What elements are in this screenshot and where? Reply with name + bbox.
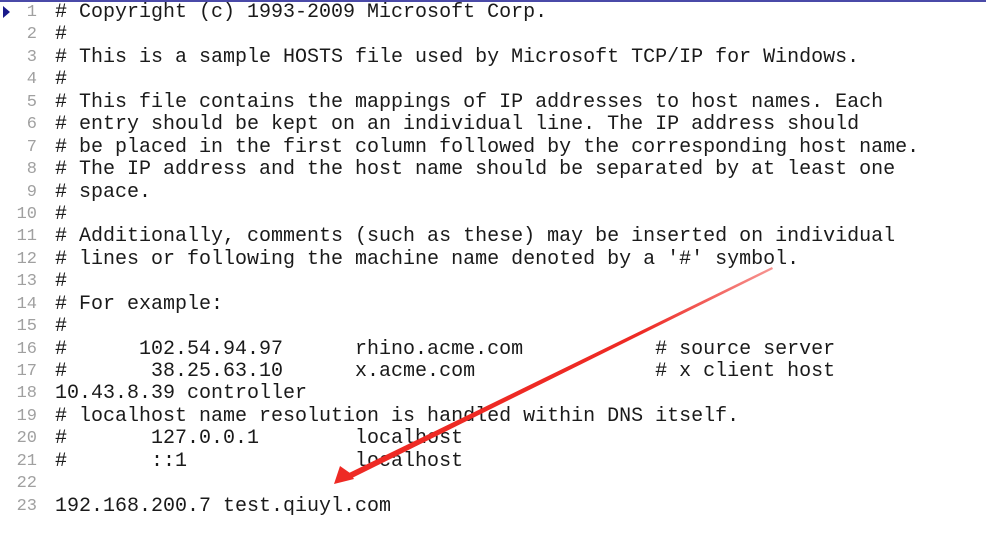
line-number: 5 <box>26 92 37 112</box>
line-text[interactable]: # <box>55 23 67 46</box>
line-number: 8 <box>26 160 37 180</box>
line-text[interactable]: # be placed in the first column followed… <box>55 136 919 159</box>
editor-line[interactable]: 10 # <box>0 203 986 226</box>
editor-line[interactable]: 2 # <box>0 23 986 46</box>
line-text[interactable]: # <box>55 315 67 338</box>
line-number: 6 <box>26 115 37 135</box>
editor-line[interactable]: 19 # localhost name resolution is handled… <box>0 405 986 428</box>
line-number: 9 <box>26 182 37 202</box>
line-number: 12 <box>16 249 37 269</box>
line-number: 14 <box>16 294 37 314</box>
line-text[interactable]: 10.43.8.39 controller <box>55 382 307 405</box>
line-number: 20 <box>16 429 37 449</box>
editor-line[interactable]: 14 # For example: <box>0 293 986 316</box>
line-text[interactable]: # 38.25.63.10 x.acme.com # x client host <box>55 360 835 383</box>
line-number: 21 <box>16 451 37 471</box>
line-number: 7 <box>26 137 37 157</box>
line-number: 10 <box>16 204 37 224</box>
editor-line[interactable]: 6 # entry should be kept on an individual… <box>0 113 986 136</box>
editor-line[interactable]: 17 # 38.25.63.10 x.acme.com # x client ho… <box>0 360 986 383</box>
line-number: 16 <box>16 339 37 359</box>
line-text[interactable]: # <box>55 203 67 226</box>
editor-line[interactable]: 1 # Copyright (c) 1993-2009 Microsoft Cor… <box>0 1 986 24</box>
line-number: 18 <box>16 384 37 404</box>
line-number: 13 <box>16 272 37 292</box>
editor-line[interactable]: 22 <box>0 473 986 495</box>
editor-line[interactable]: 15 # <box>0 315 986 338</box>
line-number: 15 <box>16 317 37 337</box>
line-text[interactable]: # For example: <box>55 293 223 316</box>
line-text[interactable]: # space. <box>55 181 151 204</box>
line-number: 3 <box>26 47 37 67</box>
line-number: 19 <box>16 406 37 426</box>
line-number: 4 <box>26 70 37 90</box>
editor-line[interactable]: 13 # <box>0 270 986 293</box>
editor-line[interactable]: 7 # be placed in the first column followe… <box>0 136 986 159</box>
line-number: 22 <box>16 474 37 494</box>
editor-line[interactable]: 8 # The IP address and the host name shou… <box>0 158 986 181</box>
editor-line[interactable]: 3 # This is a sample HOSTS file used by M… <box>0 46 986 69</box>
editor-line[interactable]: 9 # space. <box>0 181 986 204</box>
line-text[interactable]: # This file contains the mappings of IP … <box>55 91 883 114</box>
line-number: 23 <box>16 496 37 516</box>
editor-line[interactable]: 23 192.168.200.7 test.qiuyl.com <box>0 495 986 518</box>
line-text[interactable]: # 102.54.94.97 rhino.acme.com # source s… <box>55 338 835 361</box>
editor-line[interactable]: 12 # lines or following the machine name … <box>0 248 986 271</box>
line-text[interactable]: # 127.0.0.1 localhost <box>55 427 463 450</box>
line-text[interactable]: # This is a sample HOSTS file used by Mi… <box>55 46 859 69</box>
line-number: 11 <box>16 227 37 247</box>
line-text[interactable]: # entry should be kept on an individual … <box>55 113 859 136</box>
editor-line[interactable]: 16 # 102.54.94.97 rhino.acme.com # source… <box>0 338 986 361</box>
editor-line[interactable]: 21 # ::1 localhost <box>0 450 986 473</box>
line-text[interactable]: # ::1 localhost <box>55 450 463 473</box>
line-text[interactable]: 192.168.200.7 test.qiuyl.com <box>55 495 391 518</box>
editor-line[interactable]: 11 # Additionally, comments (such as thes… <box>0 225 986 248</box>
line-text[interactable]: # localhost name resolution is handled w… <box>55 405 739 428</box>
line-text[interactable]: # Copyright (c) 1993-2009 Microsoft Corp… <box>55 1 547 24</box>
line-text[interactable]: # Additionally, comments (such as these)… <box>55 225 895 248</box>
line-text[interactable]: # lines or following the machine name de… <box>55 248 799 271</box>
editor-line[interactable]: 18 10.43.8.39 controller <box>0 382 986 405</box>
editor-line[interactable]: 20 # 127.0.0.1 localhost <box>0 427 986 450</box>
line-number: 17 <box>16 362 37 381</box>
editor-line[interactable]: 5 # This file contains the mappings of IP… <box>0 91 986 114</box>
line-text[interactable]: # <box>55 68 67 91</box>
line-number: 2 <box>26 25 37 45</box>
text-editor[interactable]: 1 # Copyright (c) 1993-2009 Microsoft Cor… <box>0 1 986 518</box>
line-text[interactable]: # The IP address and the host name shoul… <box>55 158 895 181</box>
line-text[interactable]: # <box>55 270 67 293</box>
line-number: 1 <box>26 3 37 22</box>
editor-line[interactable]: 4 # <box>0 68 986 91</box>
